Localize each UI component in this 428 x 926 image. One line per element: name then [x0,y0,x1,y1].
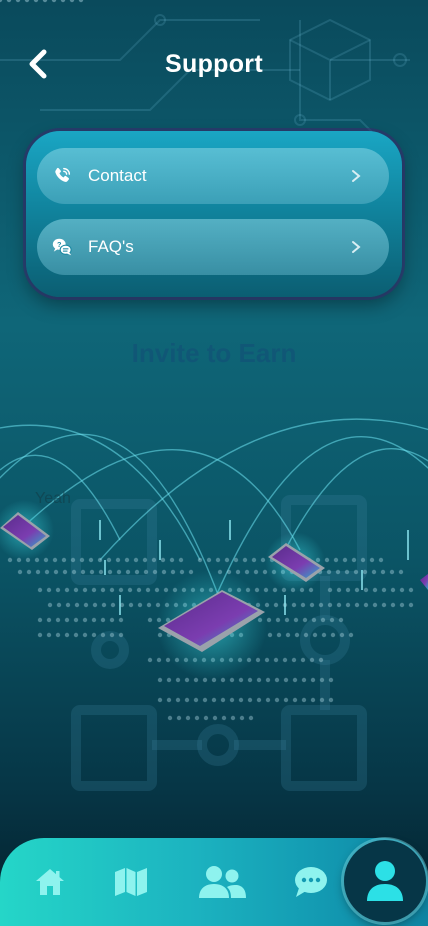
page-title: Support [165,50,263,78]
menu-item-label: Contact [88,166,147,185]
chevron-right-icon [347,167,365,185]
tab-community[interactable] [192,838,252,926]
tab-chat[interactable] [283,838,339,926]
header: Support [0,40,428,88]
home-icon [36,869,64,895]
svg-text:?: ? [57,240,62,249]
menu-item-label: FAQ's [88,237,134,256]
support-menu-card: Contact ? FAQ's [26,131,402,297]
tab-map[interactable] [103,838,159,926]
users-icon [199,866,246,898]
background-yeah-text: Yeah [35,490,71,507]
map-icon [115,868,147,896]
phone-icon [51,165,73,187]
tab-home[interactable] [22,838,78,926]
profile-icon [367,861,403,901]
menu-item-contact[interactable]: Contact [37,148,389,204]
chevron-right-icon [347,238,365,256]
tab-profile[interactable] [344,840,426,922]
faq-chat-icon: ? [51,236,73,258]
chat-icon [295,867,327,897]
menu-item-faqs[interactable]: ? FAQ's [37,219,389,275]
background-invite-text: Invite to Earn [131,338,297,368]
